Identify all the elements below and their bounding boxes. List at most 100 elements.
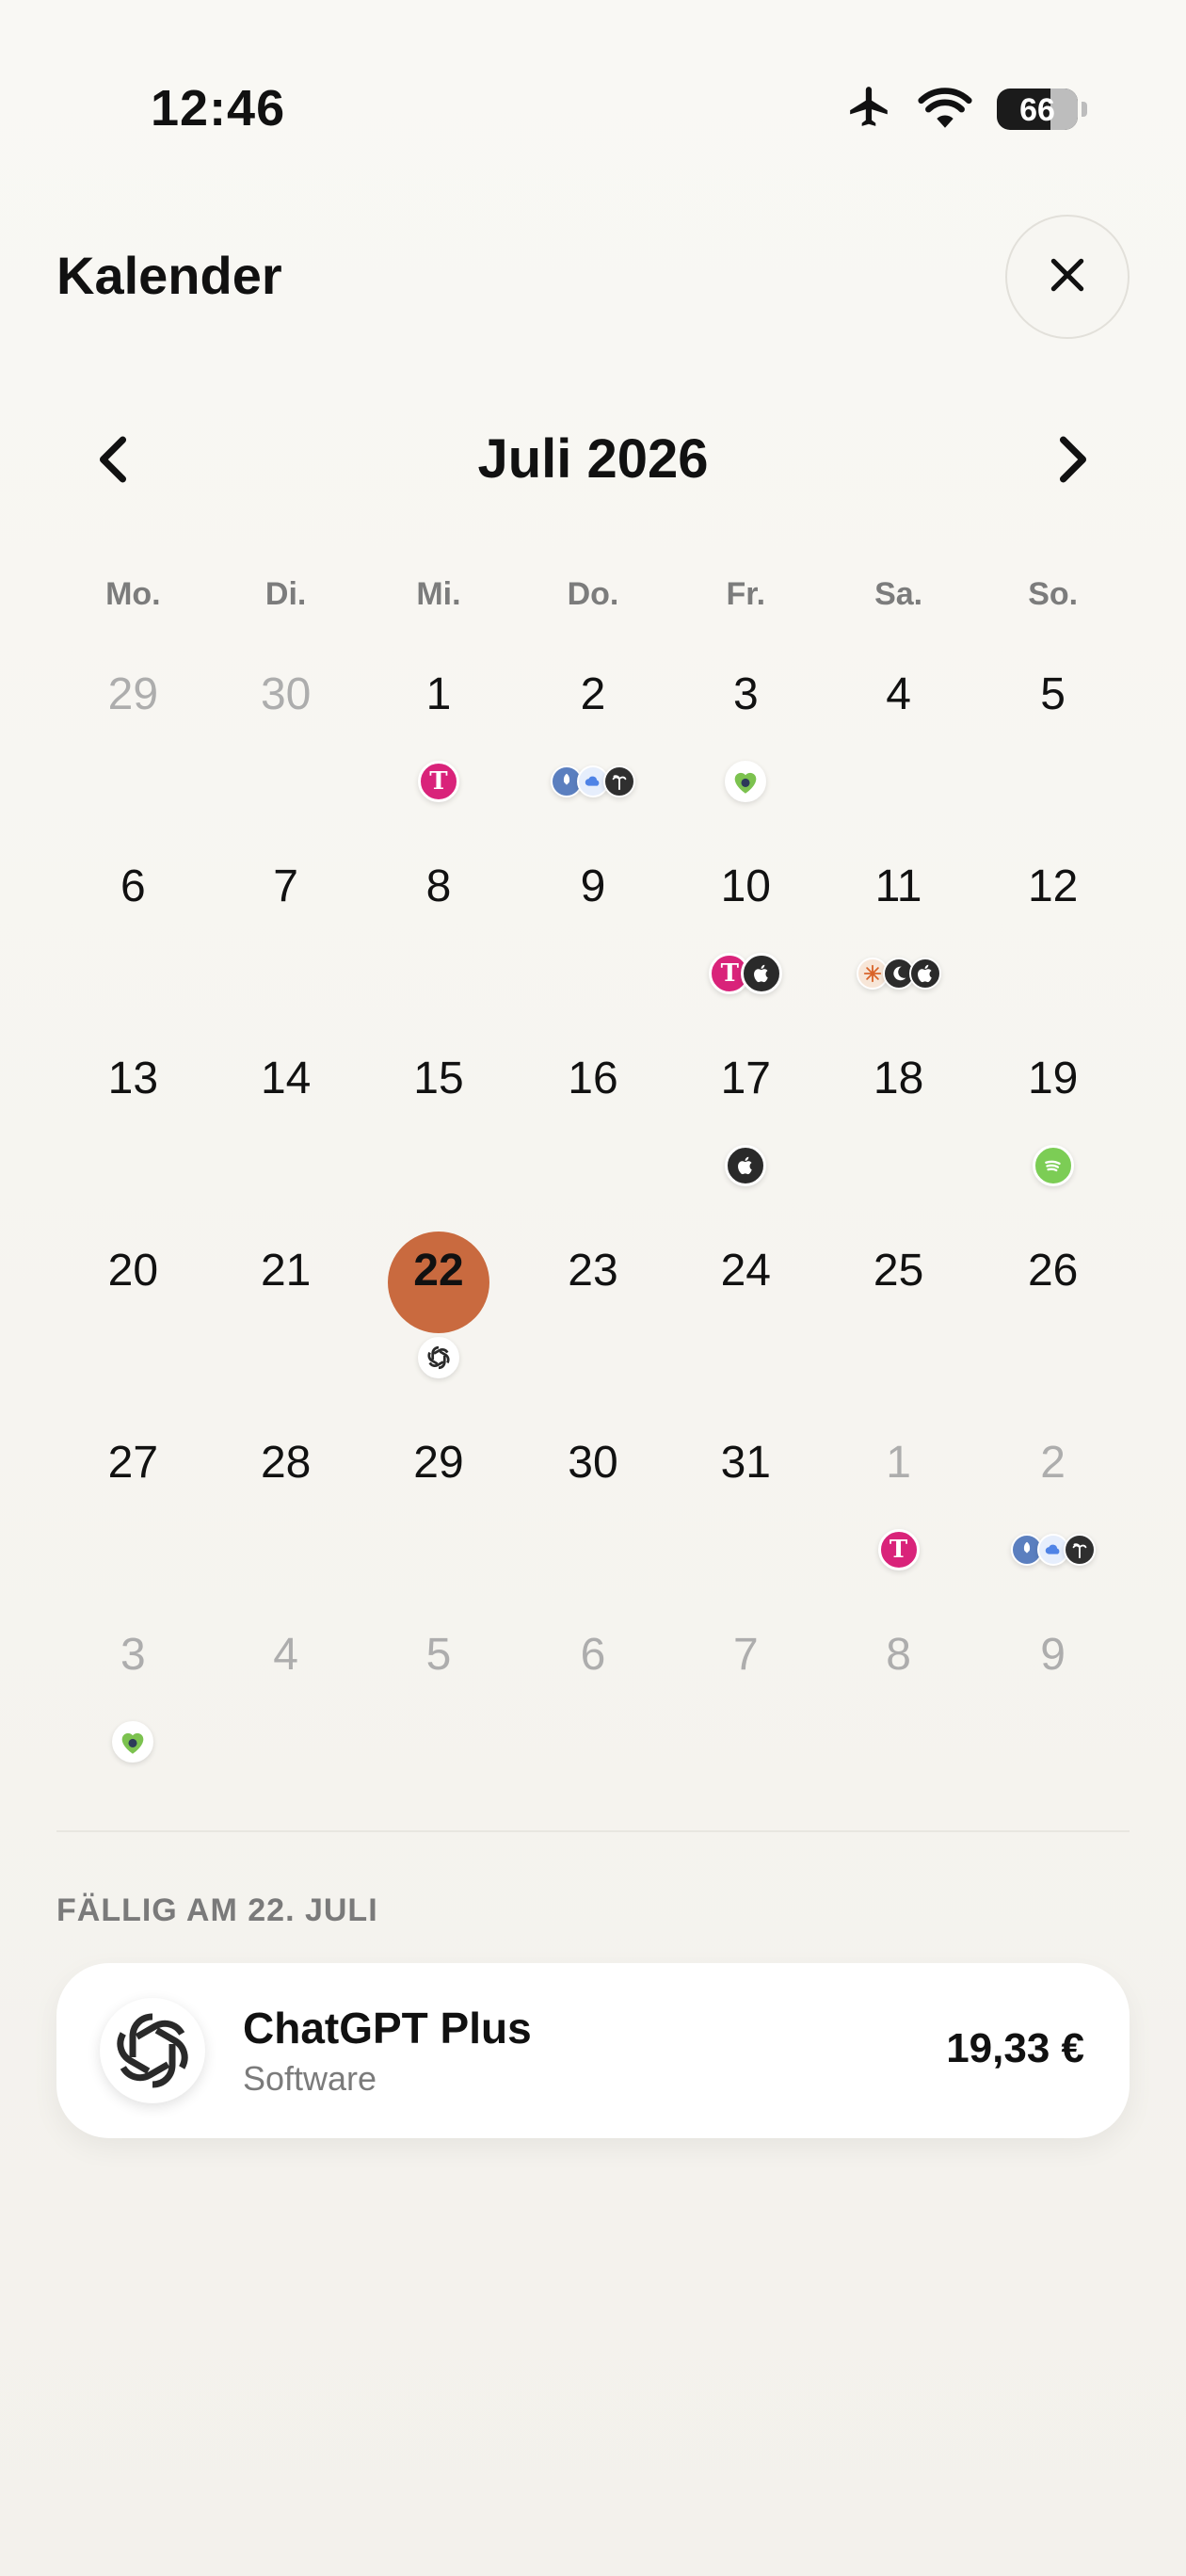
apple-icon (741, 953, 783, 994)
calendar-day[interactable]: 21 (230, 1198, 343, 1386)
event-icons (689, 761, 802, 806)
calendar-day[interactable]: 11 (842, 813, 955, 1002)
calendar-day[interactable]: 13 (76, 1006, 189, 1194)
calendar-day[interactable]: 2 (997, 1390, 1110, 1578)
next-month-button[interactable] (1045, 433, 1101, 490)
day-number: 9 (1040, 1630, 1066, 1680)
calendar-day[interactable]: 3 (76, 1582, 189, 1770)
heart-icon (725, 761, 767, 802)
calendar-day[interactable]: 19 (997, 1006, 1110, 1194)
calendar-day[interactable]: 6 (537, 1582, 649, 1770)
calendar-day[interactable]: 8 (382, 813, 495, 1002)
telekom-icon: T (417, 761, 459, 802)
day-number: 28 (260, 1438, 312, 1488)
status-bar: 12:46 66 (0, 0, 1186, 217)
day-number: 23 (568, 1246, 618, 1296)
day-number: 6 (580, 1630, 606, 1680)
calendar-day[interactable]: 8 (842, 1582, 955, 1770)
battery-cap (1082, 101, 1087, 117)
calendar-day[interactable]: 1T (382, 621, 495, 810)
day-number: 2 (580, 669, 606, 719)
telekom-icon: T (877, 1529, 920, 1570)
day-number: 9 (580, 861, 606, 911)
day-number: 6 (120, 861, 146, 911)
day-number: 8 (886, 1630, 911, 1680)
day-number: 21 (260, 1246, 312, 1296)
day-number: 1 (425, 669, 452, 719)
day-number: 19 (1027, 1054, 1079, 1103)
calendar-day[interactable]: 29 (76, 621, 189, 810)
calendar-day[interactable]: 30 (537, 1390, 649, 1578)
weekday-label: Di. (264, 576, 307, 612)
day-number: 7 (273, 861, 298, 911)
due-subscription-card[interactable]: ChatGPT Plus Software 19,33 € (56, 1963, 1130, 2138)
apple-icon (908, 958, 941, 990)
calendar-day-selected[interactable]: 22 (382, 1198, 495, 1386)
day-number: 30 (568, 1438, 618, 1488)
subscription-category: Software (243, 2059, 377, 2098)
calendar-day[interactable]: 25 (842, 1198, 955, 1386)
day-number: 30 (260, 669, 312, 719)
calendar-day[interactable]: 26 (997, 1198, 1110, 1386)
calendar-day[interactable]: 14 (230, 1006, 343, 1194)
calendar-day[interactable]: 24 (689, 1198, 802, 1386)
calendar-day[interactable]: 2 (537, 621, 649, 810)
event-icons (537, 761, 649, 806)
palm-tree-icon (1063, 1534, 1096, 1566)
calendar-day[interactable]: 1T (842, 1390, 955, 1578)
day-number: 31 (720, 1438, 771, 1488)
calendar-day[interactable]: 3 (689, 621, 802, 810)
openai-icon (417, 1337, 459, 1378)
calendar-day[interactable]: 15 (382, 1006, 495, 1194)
calendar-day[interactable]: 16 (537, 1006, 649, 1194)
day-number: 24 (720, 1246, 771, 1296)
close-icon (1047, 254, 1088, 300)
calendar-day[interactable]: 5 (382, 1582, 495, 1770)
weekday-label: Mo. (105, 576, 161, 612)
openai-icon (100, 1998, 205, 2103)
event-icons (997, 1529, 1110, 1574)
calendar-day[interactable]: 10 T (689, 813, 802, 1002)
day-number: 29 (413, 1438, 464, 1488)
calendar-day[interactable]: 18 (842, 1006, 955, 1194)
calendar-day[interactable]: 9 (537, 813, 649, 1002)
day-number: 5 (425, 1630, 452, 1680)
day-number: 18 (873, 1054, 924, 1103)
calendar-grid: 29 30 1 T 2 3 4 5 6 7 8 9 10 T 11 12 13 14 15 16 17 18 19 20 21 2… (56, 621, 1130, 1763)
event-icons (689, 1145, 802, 1190)
calendar-day[interactable]: 30 (230, 621, 343, 810)
calendar-day[interactable]: 31 (689, 1390, 802, 1578)
day-number: 15 (413, 1054, 464, 1103)
calendar-day[interactable]: 7 (230, 813, 343, 1002)
weekday-label: So. (1028, 576, 1079, 612)
calendar-day[interactable]: 5 (997, 621, 1110, 810)
day-number: 10 (720, 861, 771, 911)
event-icons: T (842, 1529, 955, 1574)
close-button[interactable] (1005, 215, 1130, 339)
calendar-day[interactable]: 23 (537, 1198, 649, 1386)
day-number: 4 (886, 669, 911, 719)
calendar-day[interactable]: 27 (76, 1390, 189, 1578)
calendar-day[interactable]: 12 (997, 813, 1110, 1002)
day-number: 16 (568, 1054, 618, 1103)
day-number: 3 (120, 1630, 146, 1680)
battery-indicator: 66 (997, 88, 1078, 130)
calendar-day[interactable]: 4 (842, 621, 955, 810)
calendar-day[interactable]: 29 (382, 1390, 495, 1578)
event-icons: T (382, 761, 495, 806)
day-number: 22 (413, 1246, 464, 1296)
calendar-day[interactable]: 9 (997, 1582, 1110, 1770)
day-number: 4 (273, 1630, 298, 1680)
calendar-day[interactable]: 20 (76, 1198, 189, 1386)
calendar-day[interactable]: 28 (230, 1390, 343, 1578)
calendar-day[interactable]: 7 (689, 1582, 802, 1770)
status-time: 12:46 (151, 80, 286, 137)
day-number: 11 (874, 861, 922, 911)
calendar-day[interactable]: 6 (76, 813, 189, 1002)
weekday-label: Do. (567, 576, 619, 612)
day-number: 13 (107, 1054, 159, 1103)
calendar-day[interactable]: 17 (689, 1006, 802, 1194)
heart-icon (112, 1721, 154, 1763)
day-number: 12 (1027, 861, 1079, 911)
calendar-day[interactable]: 4 (230, 1582, 343, 1770)
